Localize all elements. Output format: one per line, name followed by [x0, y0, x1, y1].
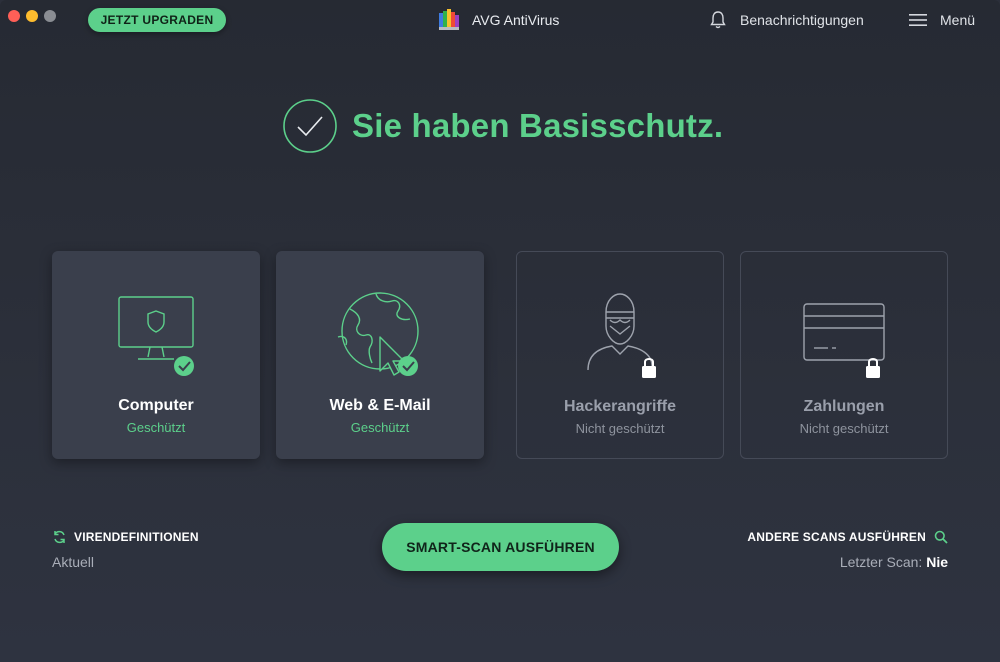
menu-label: Menü	[940, 12, 976, 28]
protection-status: Sie haben Basisschutz.	[282, 98, 723, 154]
title-bar: JETZT UPGRADEN AVG AntiVirus Benachricht…	[0, 0, 1000, 40]
virus-definitions-value: Aktuell	[52, 554, 95, 570]
hamburger-menu-icon	[909, 14, 927, 26]
card-status: Geschützt	[126, 420, 186, 435]
card-payments[interactable]: Zahlungen Nicht geschützt	[740, 251, 948, 459]
hacker-icon	[587, 293, 656, 378]
close-window-button[interactable]	[8, 10, 20, 22]
avg-logo-icon	[439, 9, 459, 30]
smart-scan-button[interactable]: SMART-SCAN AUSFÜHREN	[382, 523, 619, 571]
globe-cursor-icon	[337, 292, 419, 376]
minimize-window-button[interactable]	[26, 10, 38, 22]
menu-button[interactable]: Menü	[908, 8, 975, 32]
card-status: Nicht geschützt	[575, 421, 665, 436]
virus-definitions-label: VIRENDEFINITIONEN	[74, 530, 199, 544]
app-window: JETZT UPGRADEN AVG AntiVirus Benachricht…	[0, 0, 1000, 662]
virus-definitions[interactable]: VIRENDEFINITIONEN Aktuell	[52, 530, 199, 570]
notifications-label: Benachrichtigungen	[740, 12, 864, 28]
other-scans-label: ANDERE SCANS AUSFÜHREN	[747, 530, 926, 544]
card-status: Nicht geschützt	[799, 421, 889, 436]
search-icon	[934, 530, 948, 544]
last-scan-value: Nie	[926, 554, 948, 570]
zoom-window-button[interactable]	[44, 10, 56, 22]
last-scan: Letzter Scan: Nie	[747, 554, 948, 570]
card-status: Geschützt	[350, 420, 410, 435]
bell-icon	[710, 11, 726, 29]
credit-card-icon	[803, 303, 885, 378]
card-hacker-attacks[interactable]: Hackerangriffe Nicht geschützt	[516, 251, 724, 459]
card-title: Hackerangriffe	[563, 398, 677, 415]
checkmark-circle-icon	[283, 99, 337, 153]
monitor-shield-icon	[118, 296, 194, 376]
last-scan-label: Letzter Scan:	[839, 554, 923, 570]
card-title: Zahlungen	[803, 398, 885, 415]
status-headline: Sie haben Basisschutz.	[352, 107, 724, 144]
card-web-email[interactable]: Web & E-Mail Geschützt	[276, 251, 484, 459]
card-title: Web & E-Mail	[329, 397, 431, 414]
upgrade-button[interactable]: JETZT UPGRADEN	[88, 8, 226, 32]
notifications-button[interactable]: Benachrichtigungen	[708, 8, 864, 32]
app-title-text: AVG AntiVirus	[472, 12, 560, 28]
card-computer[interactable]: Computer Geschützt	[52, 251, 260, 459]
card-title: Computer	[118, 397, 194, 414]
refresh-icon	[54, 530, 65, 544]
other-scans[interactable]: ANDERE SCANS AUSFÜHREN Letzter Scan: Nie	[747, 530, 948, 570]
app-title: AVG AntiVirus	[438, 8, 559, 32]
